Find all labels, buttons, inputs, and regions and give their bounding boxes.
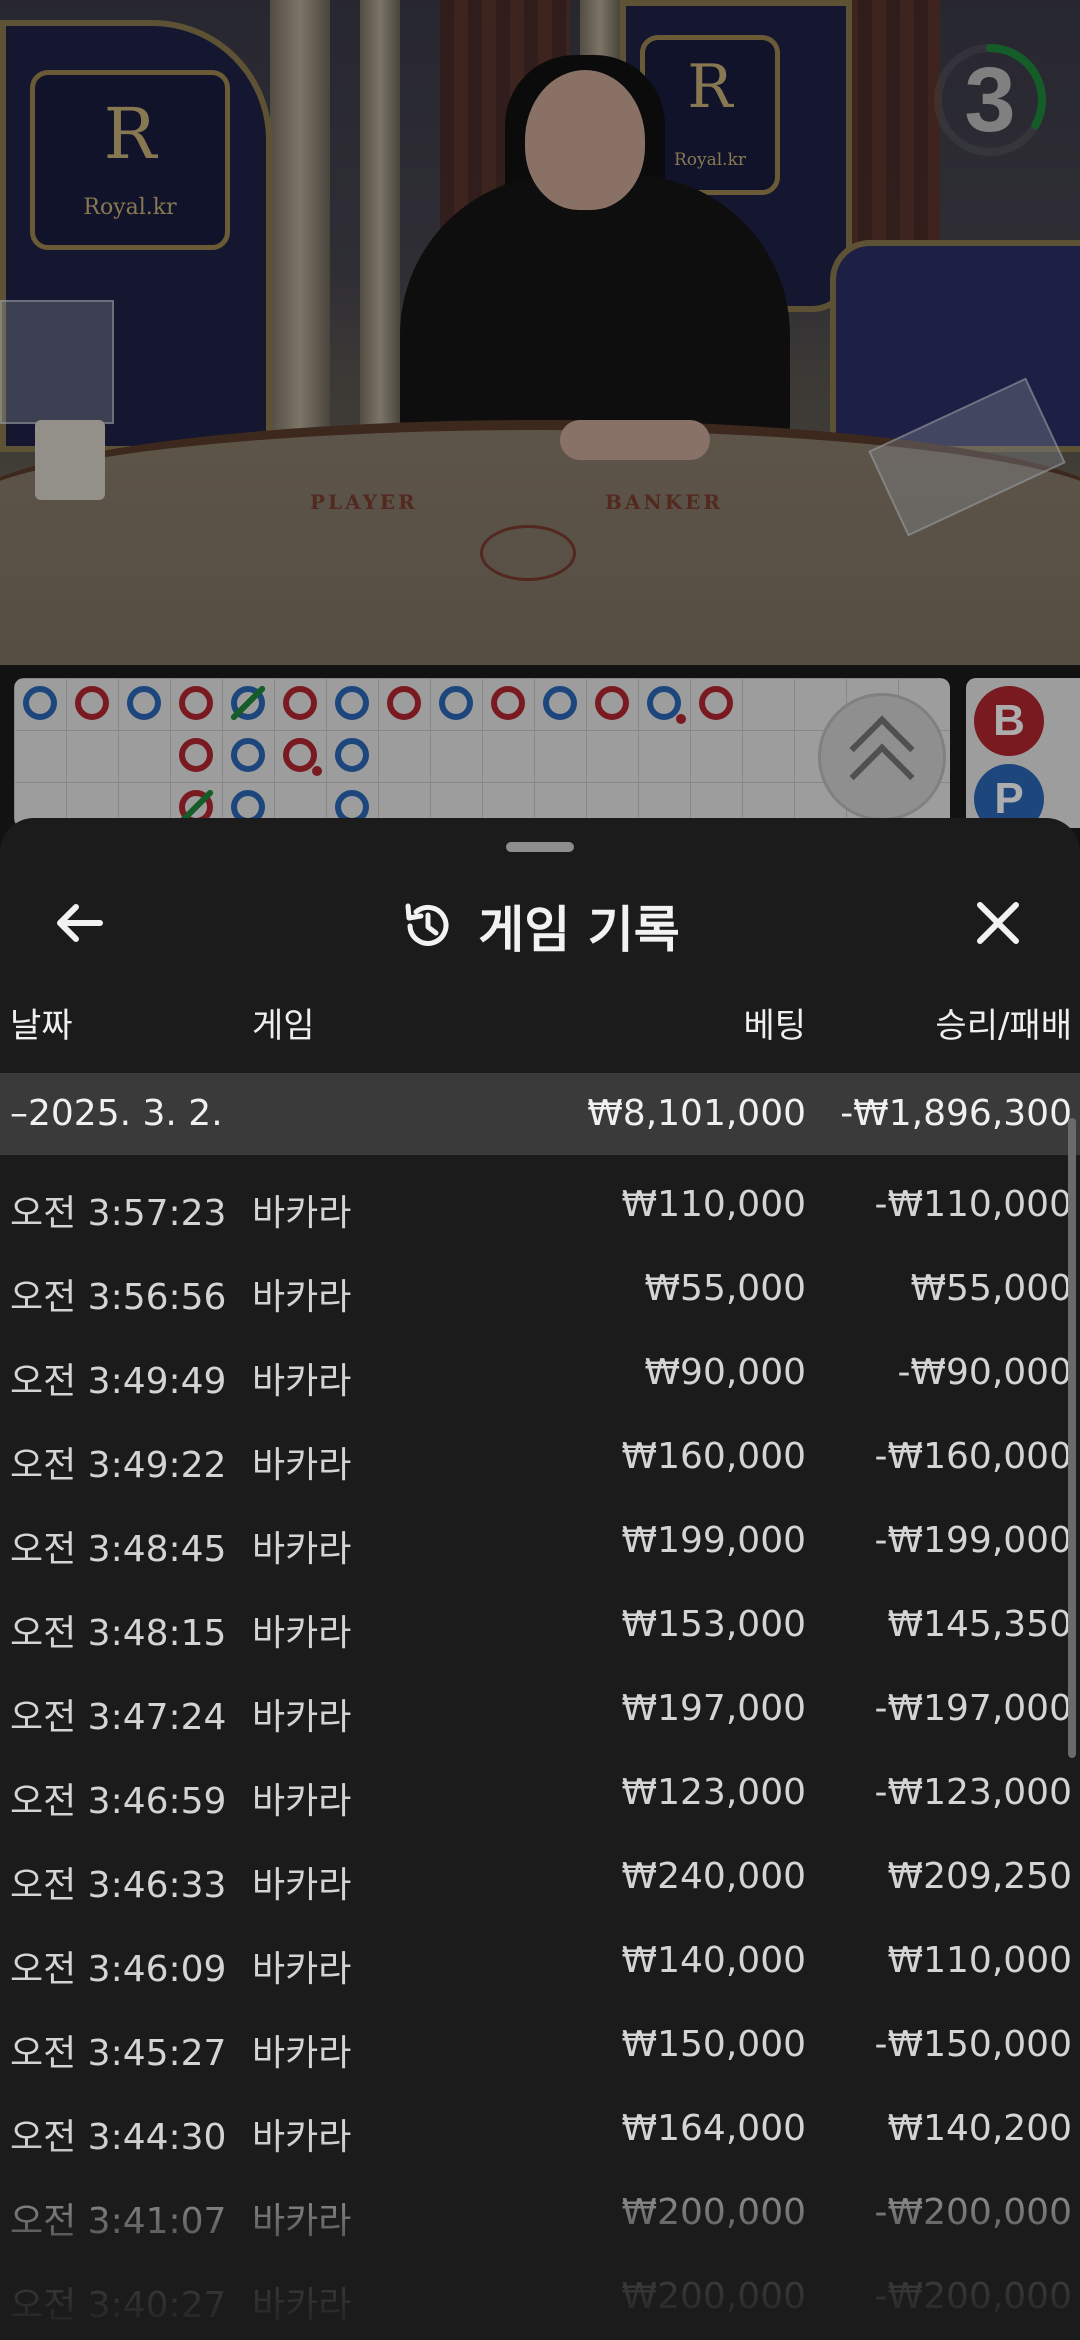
row-result: -₩199,000 bbox=[874, 1520, 1072, 1561]
row-game: 바카라 bbox=[252, 1193, 352, 1234]
row-bet: ₩164,000 bbox=[621, 2108, 806, 2149]
row-result: ₩110,000 bbox=[887, 1940, 1072, 1981]
row-result: -₩123,000 bbox=[874, 1772, 1072, 1813]
close-icon bbox=[977, 902, 1019, 944]
row-bet: ₩150,000 bbox=[621, 2024, 806, 2065]
row-result: -₩200,000 bbox=[874, 2192, 1072, 2233]
row-time: 오전 3:49:22 bbox=[10, 1445, 227, 1486]
row-time: 오전 3:48:45 bbox=[10, 1529, 227, 1570]
summary-date: –2025. 3. 2. bbox=[10, 1093, 223, 1134]
table-row[interactable]: 오전 3:56:56 바카라 ₩55,000 ₩55,000 bbox=[0, 1250, 1080, 1334]
row-bet: ₩197,000 bbox=[621, 1688, 806, 1729]
row-time: 오전 3:47:24 bbox=[10, 1697, 227, 1738]
row-result: -₩150,000 bbox=[874, 2024, 1072, 2065]
row-game: 바카라 bbox=[252, 1949, 352, 1990]
column-header-game: 게임 bbox=[252, 1006, 315, 1046]
row-game: 바카라 bbox=[252, 1277, 352, 1318]
row-bet: ₩199,000 bbox=[621, 1520, 806, 1561]
row-result: -₩90,000 bbox=[897, 1352, 1072, 1393]
row-game: 바카라 bbox=[252, 2117, 352, 2158]
row-game: 바카라 bbox=[252, 2285, 352, 2326]
sheet-drag-handle[interactable] bbox=[506, 842, 574, 852]
row-bet: ₩240,000 bbox=[621, 1856, 806, 1897]
column-header-date: 날짜 bbox=[10, 1006, 73, 1046]
row-time: 오전 3:48:15 bbox=[10, 1613, 227, 1654]
close-button[interactable] bbox=[958, 883, 1038, 963]
row-bet: ₩123,000 bbox=[621, 1772, 806, 1813]
row-result: -₩200,000 bbox=[874, 2276, 1072, 2317]
table-row[interactable]: 오전 3:45:27 바카라 ₩150,000 -₩150,000 bbox=[0, 2006, 1080, 2090]
row-time: 오전 3:40:27 bbox=[10, 2285, 227, 2326]
row-result: ₩145,350 bbox=[887, 1604, 1072, 1645]
row-time: 오전 3:57:23 bbox=[10, 1193, 227, 1234]
row-game: 바카라 bbox=[252, 1529, 352, 1570]
table-row[interactable]: 오전 3:44:30 바카라 ₩164,000 ₩140,200 bbox=[0, 2090, 1080, 2174]
row-game: 바카라 bbox=[252, 1697, 352, 1738]
row-bet: ₩110,000 bbox=[621, 1184, 806, 1225]
row-game: 바카라 bbox=[252, 1781, 352, 1822]
row-result: ₩209,250 bbox=[887, 1856, 1072, 1897]
row-time: 오전 3:45:27 bbox=[10, 2033, 227, 2074]
row-time: 오전 3:56:56 bbox=[10, 1277, 227, 1318]
table-row[interactable]: 오전 3:48:15 바카라 ₩153,000 ₩145,350 bbox=[0, 1586, 1080, 1670]
row-time: 오전 3:41:07 bbox=[10, 2201, 227, 2242]
summary-bet-total: ₩8,101,000 bbox=[587, 1093, 806, 1134]
row-time: 오전 3:49:49 bbox=[10, 1361, 227, 1402]
row-result: ₩140,200 bbox=[887, 2108, 1072, 2149]
row-bet: ₩153,000 bbox=[621, 1604, 806, 1645]
table-row[interactable]: 오전 3:48:45 바카라 ₩199,000 -₩199,000 bbox=[0, 1502, 1080, 1586]
column-header-bet: 베팅 bbox=[743, 1006, 806, 1046]
row-bet: ₩90,000 bbox=[644, 1352, 806, 1393]
row-bet: ₩200,000 bbox=[621, 2276, 806, 2317]
row-game: 바카라 bbox=[252, 1361, 352, 1402]
row-time: 오전 3:44:30 bbox=[10, 2117, 227, 2158]
row-time: 오전 3:46:33 bbox=[10, 1865, 227, 1906]
row-game: 바카라 bbox=[252, 2033, 352, 2074]
table-header: 날짜 게임 베팅 승리/패배 bbox=[0, 998, 1080, 1068]
table-row[interactable]: 오전 3:49:22 바카라 ₩160,000 -₩160,000 bbox=[0, 1418, 1080, 1502]
row-bet: ₩200,000 bbox=[621, 2192, 806, 2233]
row-result: ₩55,000 bbox=[910, 1268, 1072, 1309]
row-game: 바카라 bbox=[252, 1445, 352, 1486]
row-result: -₩160,000 bbox=[874, 1436, 1072, 1477]
row-time: 오전 3:46:09 bbox=[10, 1949, 227, 1990]
table-row[interactable]: 오전 3:47:24 바카라 ₩197,000 -₩197,000 bbox=[0, 1670, 1080, 1754]
row-result: -₩197,000 bbox=[874, 1688, 1072, 1729]
column-header-result: 승리/패배 bbox=[935, 1006, 1072, 1046]
row-bet: ₩140,000 bbox=[621, 1940, 806, 1981]
table-row[interactable]: 오전 3:57:23 바카라 ₩110,000 -₩110,000 bbox=[0, 1166, 1080, 1250]
summary-result-total: -₩1,896,300 bbox=[840, 1093, 1072, 1134]
row-result: -₩110,000 bbox=[874, 1184, 1072, 1225]
row-game: 바카라 bbox=[252, 2201, 352, 2242]
table-row[interactable]: 오전 3:41:07 바카라 ₩200,000 -₩200,000 bbox=[0, 2174, 1080, 2258]
scrollbar[interactable] bbox=[1068, 1118, 1076, 1758]
row-bet: ₩55,000 bbox=[644, 1268, 806, 1309]
date-summary-row[interactable]: –2025. 3. 2. ₩8,101,000 -₩1,896,300 bbox=[0, 1073, 1080, 1155]
table-row[interactable]: 오전 3:49:49 바카라 ₩90,000 -₩90,000 bbox=[0, 1334, 1080, 1418]
table-row[interactable]: 오전 3:40:27 바카라 ₩200,000 -₩200,000 bbox=[0, 2258, 1080, 2340]
table-row[interactable]: 오전 3:46:33 바카라 ₩240,000 ₩209,250 bbox=[0, 1838, 1080, 1922]
row-game: 바카라 bbox=[252, 1865, 352, 1906]
history-icon bbox=[405, 903, 449, 946]
game-history-sheet: 게임 기록 날짜 게임 베팅 승리/패배 –2025. 3. 2. ₩8,101… bbox=[0, 818, 1080, 2340]
table-row[interactable]: 오전 3:46:59 바카라 ₩123,000 -₩123,000 bbox=[0, 1754, 1080, 1838]
row-bet: ₩160,000 bbox=[621, 1436, 806, 1477]
row-time: 오전 3:46:59 bbox=[10, 1781, 227, 1822]
row-game: 바카라 bbox=[252, 1613, 352, 1654]
history-list: 오전 3:57:23 바카라 ₩110,000 -₩110,000 오전 3:56:56… bbox=[0, 1166, 1080, 2340]
table-row[interactable]: 오전 3:46:09 바카라 ₩140,000 ₩110,000 bbox=[0, 1922, 1080, 2006]
sheet-header: 게임 기록 bbox=[0, 886, 1080, 966]
page-title: 게임 기록 bbox=[478, 901, 680, 959]
